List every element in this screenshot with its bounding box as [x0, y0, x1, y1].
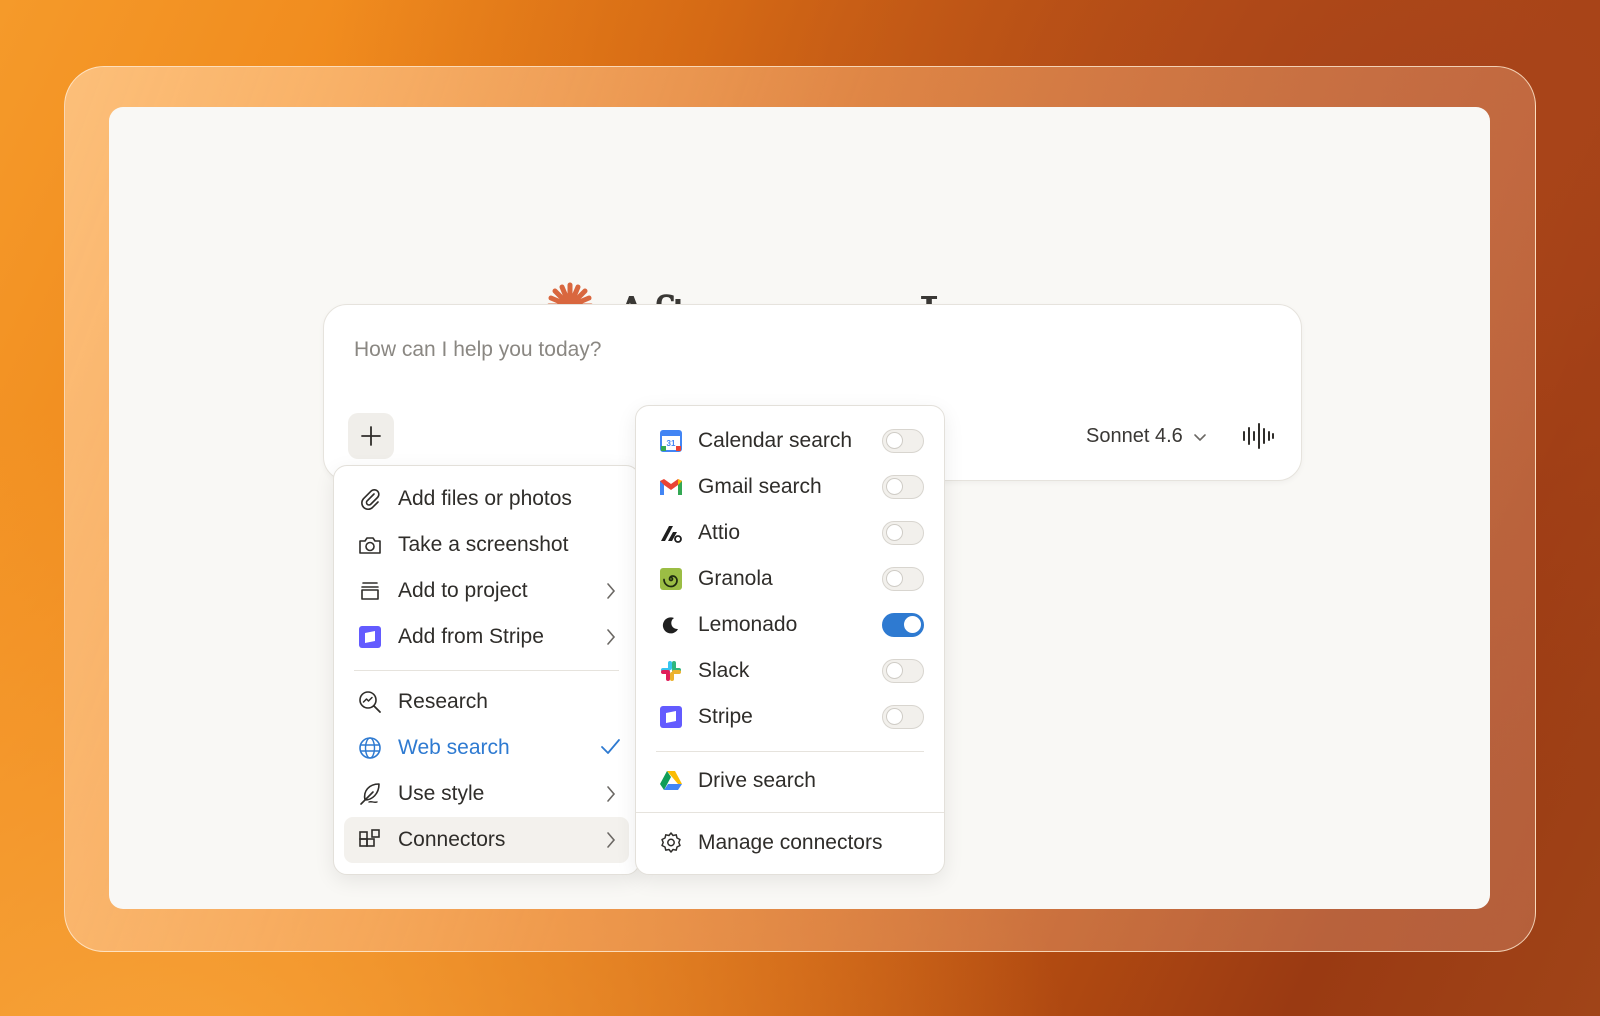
connectors-menu: 31 Calendar search Gmail search Attio Gr…	[635, 405, 945, 875]
toggle-knob	[886, 662, 903, 679]
toggle-slack[interactable]	[882, 659, 924, 683]
menu-item-web-search[interactable]: Web search	[344, 725, 629, 771]
attio-icon	[658, 520, 684, 546]
connector-label: Granola	[698, 567, 773, 590]
connector-label: Stripe	[698, 705, 753, 728]
voice-mode-button[interactable]	[1241, 422, 1275, 455]
toggle-knob	[886, 478, 903, 495]
chevron-down-icon	[1193, 433, 1206, 441]
connector-drive[interactable]: Drive search	[646, 758, 934, 804]
connector-slack[interactable]: Slack	[646, 648, 934, 694]
menu-item-take-screenshot[interactable]: Take a screenshot	[344, 522, 629, 568]
connector-stripe[interactable]: Stripe	[646, 694, 934, 740]
paperclip-icon	[356, 485, 384, 513]
model-label: Sonnet 4.6	[1086, 425, 1183, 447]
chevron-right-icon	[607, 629, 616, 645]
toggle-gmail[interactable]	[882, 475, 924, 499]
project-icon	[356, 577, 384, 605]
toggle-stripe[interactable]	[882, 705, 924, 729]
globe-icon	[356, 734, 384, 762]
add-menu: Add files or photos Take a screenshot Ad…	[333, 465, 640, 875]
model-selector[interactable]: Sonnet 4.6	[1086, 425, 1207, 448]
waveform-icon	[1243, 423, 1274, 449]
menu-item-connectors[interactable]: Connectors	[344, 817, 629, 863]
menu-item-label: Connectors	[398, 828, 506, 851]
menu-item-add-files[interactable]: Add files or photos	[344, 476, 629, 522]
toggle-granola[interactable]	[882, 567, 924, 591]
stripe-icon	[658, 704, 684, 730]
granola-icon	[658, 566, 684, 592]
feather-icon	[356, 780, 384, 808]
camera-icon	[356, 531, 384, 559]
connectors-icon	[356, 826, 384, 854]
checkmark-icon	[601, 739, 620, 754]
gmail-icon	[658, 474, 684, 500]
connector-label: Gmail search	[698, 475, 822, 498]
connector-gmail[interactable]: Gmail search	[646, 464, 934, 510]
menu-item-label: Web search	[398, 736, 510, 759]
manage-connectors-label: Manage connectors	[698, 831, 883, 854]
toggle-knob	[886, 570, 903, 587]
toggle-lemonado[interactable]	[882, 613, 924, 637]
menu-item-label: Add from Stripe	[398, 625, 544, 648]
chevron-right-icon	[607, 786, 616, 802]
lemonado-icon	[658, 612, 684, 638]
manage-connectors[interactable]: Manage connectors	[646, 820, 934, 866]
connector-granola[interactable]: Granola	[646, 556, 934, 602]
menu-divider	[354, 670, 619, 671]
slack-icon	[658, 658, 684, 684]
menu-item-add-to-project[interactable]: Add to project	[344, 568, 629, 614]
menu-item-research[interactable]: Research	[344, 679, 629, 725]
menu-item-label: Add to project	[398, 579, 528, 602]
research-icon	[356, 688, 384, 716]
stripe-icon	[356, 623, 384, 651]
chevron-right-icon	[607, 583, 616, 599]
connector-label: Drive search	[698, 769, 816, 792]
menu-item-label: Add files or photos	[398, 487, 572, 510]
toggle-attio[interactable]	[882, 521, 924, 545]
connector-label: Attio	[698, 521, 741, 544]
gear-icon	[658, 830, 684, 856]
menu-item-use-style[interactable]: Use style	[344, 771, 629, 817]
google-calendar-icon: 31	[658, 428, 684, 454]
prompt-input[interactable]	[354, 338, 1254, 362]
toggle-knob	[904, 616, 921, 633]
menu-item-label: Use style	[398, 782, 485, 805]
connector-label: Calendar search	[698, 429, 853, 452]
menu-item-label: Research	[398, 690, 488, 713]
chevron-right-icon	[607, 832, 616, 848]
connector-lemonado[interactable]: Lemonado	[646, 602, 934, 648]
menu-divider	[656, 751, 924, 752]
connector-label: Slack	[698, 659, 750, 682]
menu-divider	[636, 812, 944, 813]
connector-attio[interactable]: Attio	[646, 510, 934, 556]
add-button[interactable]	[348, 413, 394, 459]
connector-calendar[interactable]: 31 Calendar search	[646, 418, 934, 464]
menu-item-add-from-stripe[interactable]: Add from Stripe	[344, 614, 629, 660]
toggle-knob	[886, 524, 903, 541]
toggle-calendar[interactable]	[882, 429, 924, 453]
connector-label: Lemonado	[698, 613, 798, 636]
toggle-knob	[886, 708, 903, 725]
svg-text:31: 31	[667, 439, 676, 448]
plus-icon	[361, 426, 381, 446]
menu-item-label: Take a screenshot	[398, 533, 569, 556]
toggle-knob	[886, 432, 903, 449]
google-drive-icon	[658, 768, 684, 794]
